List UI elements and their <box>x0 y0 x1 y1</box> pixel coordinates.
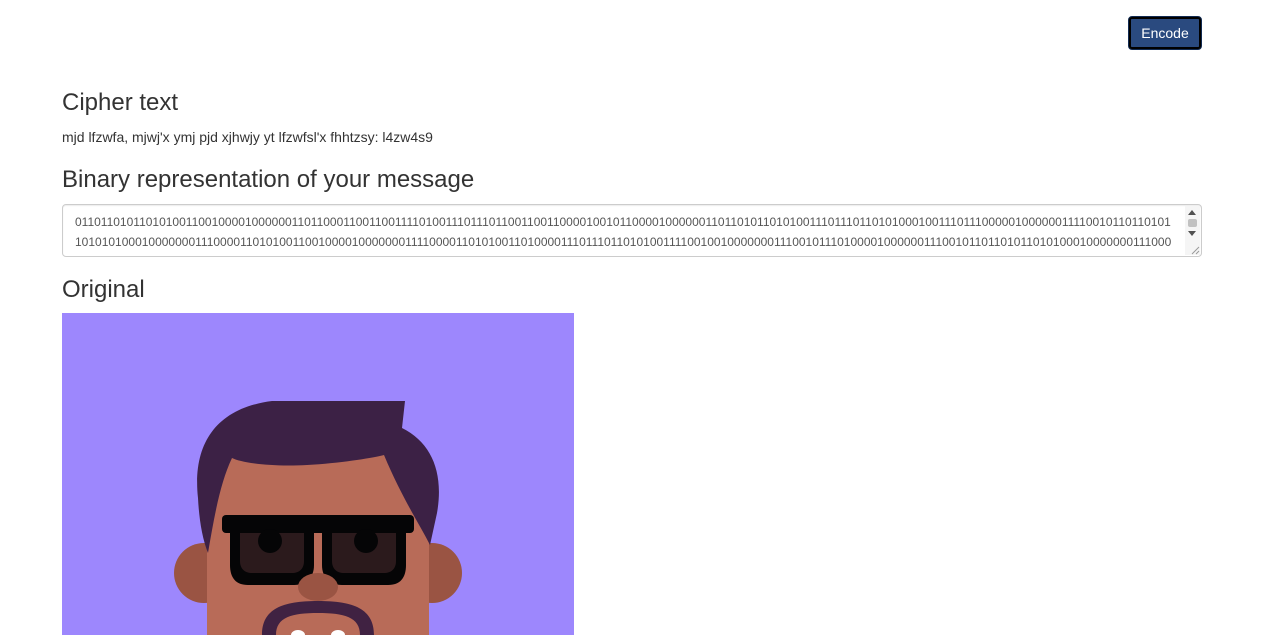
scroll-down-arrow-icon[interactable] <box>1188 231 1196 236</box>
resize-grip-icon[interactable] <box>1190 245 1200 255</box>
binary-textarea-value: 0110110101101010011001000010000001101100… <box>75 215 1172 256</box>
encode-button[interactable]: Encode <box>1128 16 1202 50</box>
page: Encode Cipher text mjd lfzwfa, mjwj'x ym… <box>0 0 1263 635</box>
original-heading: Original <box>62 276 145 303</box>
scroll-up-arrow-icon[interactable] <box>1188 210 1196 215</box>
avatar-illustration <box>62 313 574 635</box>
scroll-thumb[interactable] <box>1188 219 1197 227</box>
binary-representation-heading: Binary representation of your message <box>62 166 475 193</box>
original-avatar-image <box>62 313 574 635</box>
binary-textarea[interactable]: 0110110101101010011001000010000001101100… <box>62 204 1202 257</box>
cipher-text-heading: Cipher text <box>62 89 179 116</box>
cipher-text-output: mjd lfzwfa, mjwj'x ymj pjd xjhwjy yt lfz… <box>62 129 433 145</box>
